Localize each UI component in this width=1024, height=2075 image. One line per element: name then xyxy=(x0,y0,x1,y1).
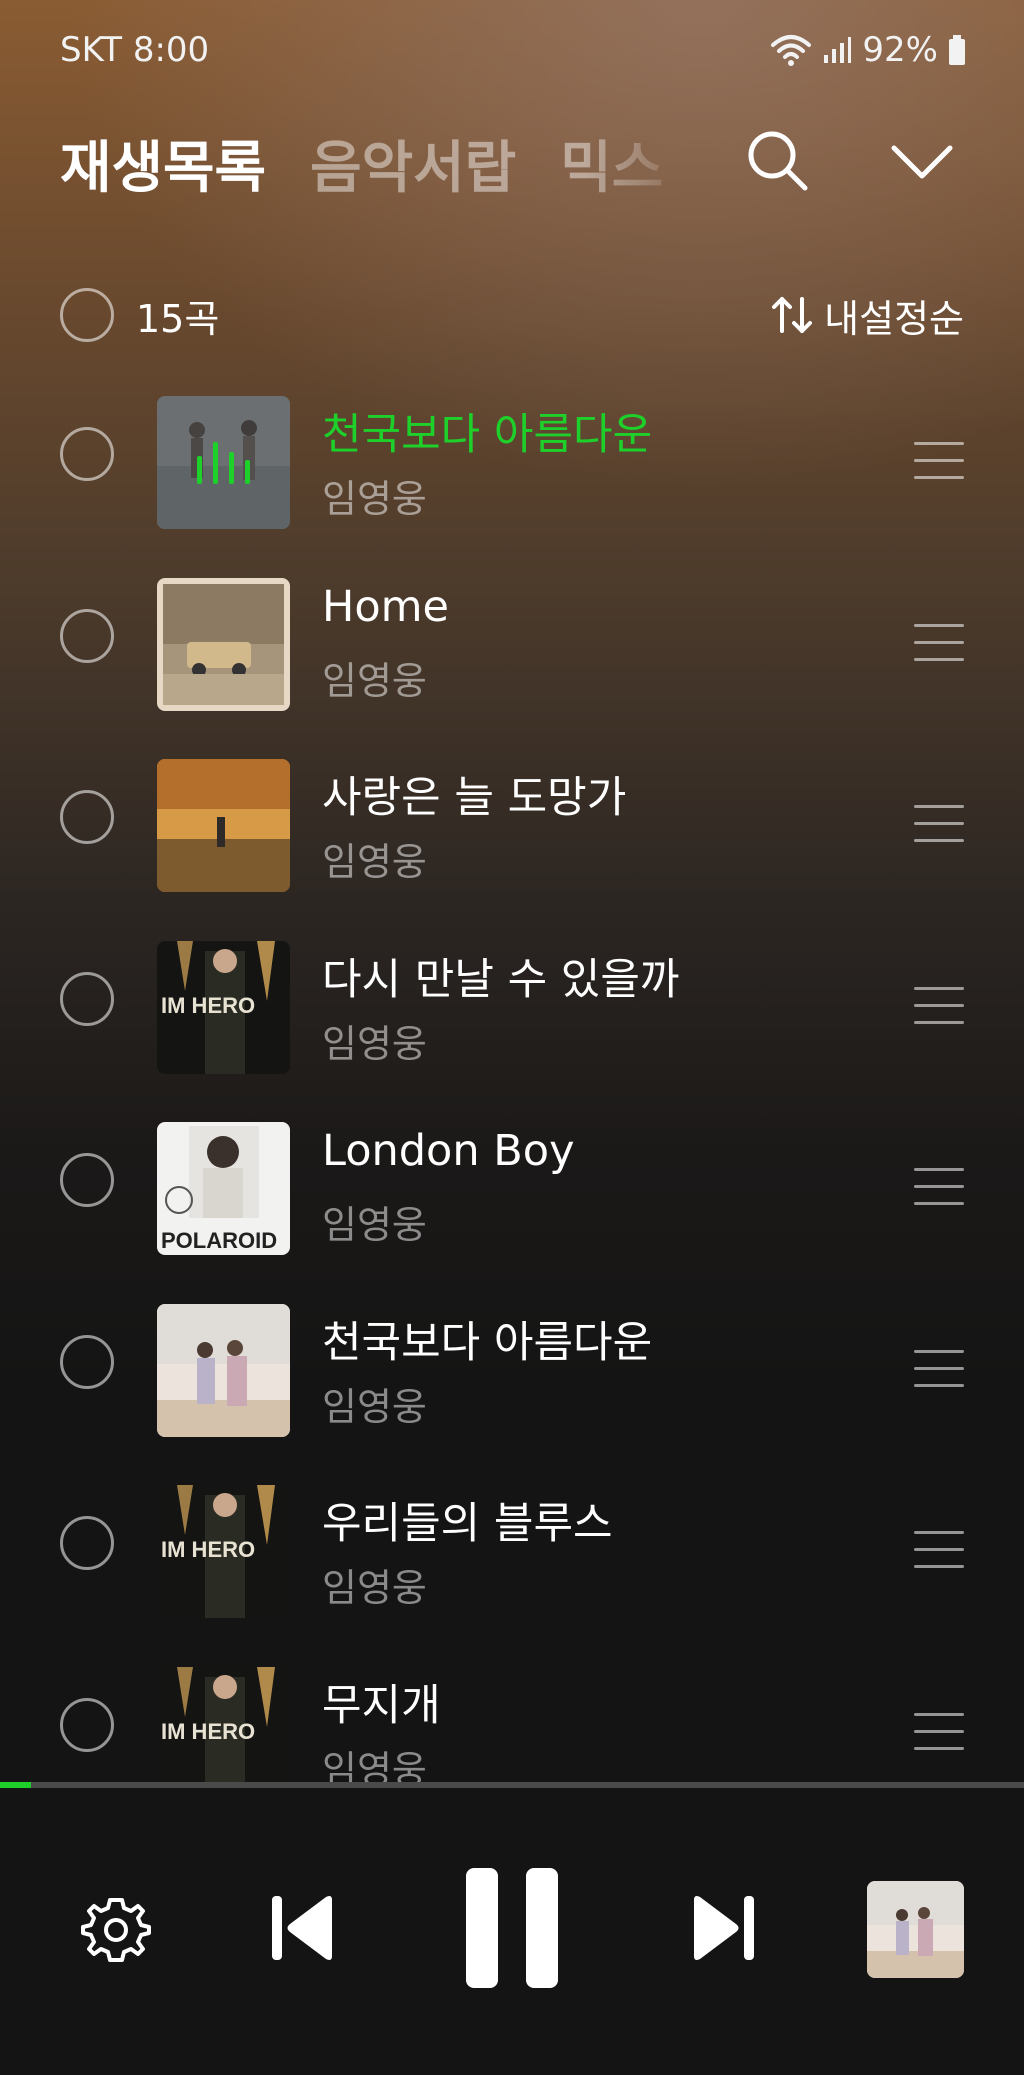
battery-percent: 92% xyxy=(862,30,938,70)
drag-handle-icon[interactable] xyxy=(914,986,964,1025)
signal-icon xyxy=(822,35,852,65)
track-row[interactable]: IM HERO 무지개 임영웅 xyxy=(0,1661,1024,1786)
track-checkbox[interactable] xyxy=(60,427,114,481)
album-art-text: IM HERO xyxy=(161,1719,255,1744)
track-checkbox[interactable] xyxy=(60,1334,114,1389)
list-header: 15곡 내설정순 xyxy=(60,285,964,345)
sort-button[interactable]: 내설정순 xyxy=(770,288,964,343)
now-playing-art[interactable] xyxy=(867,1881,964,1978)
track-checkbox[interactable] xyxy=(60,1153,114,1207)
track-checkbox[interactable] xyxy=(60,971,114,1026)
tab-mix[interactable]: 믹스 xyxy=(560,123,663,204)
album-art-text: IM HERO xyxy=(161,1537,255,1562)
track-row[interactable]: 사랑은 늘 도망가 임영웅 xyxy=(0,753,1024,935)
track-row[interactable]: IM HERO 다시 만날 수 있을까 임영웅 xyxy=(0,935,1024,1117)
drag-handle-icon[interactable] xyxy=(914,442,964,480)
status-right: 92% xyxy=(770,30,966,70)
settings-button[interactable] xyxy=(80,1894,152,1970)
track-artist: 임영웅 xyxy=(322,477,427,521)
track-title: 사랑은 늘 도망가 xyxy=(322,773,627,823)
album-art xyxy=(157,396,290,529)
battery-icon xyxy=(948,35,966,65)
track-artist: 임영웅 xyxy=(322,1021,427,1066)
track-row[interactable]: 천국보다 아름다운 임영웅 xyxy=(0,390,1024,572)
track-row[interactable]: IM HERO 우리들의 블루스 임영웅 xyxy=(0,1479,1024,1661)
track-artist: 임영웅 xyxy=(322,1384,427,1429)
tab-music-drawer[interactable]: 음악서랍 xyxy=(310,123,516,204)
album-art xyxy=(157,1303,290,1437)
album-art xyxy=(157,577,290,711)
search-button[interactable] xyxy=(745,128,811,194)
album-art: IM HERO xyxy=(157,940,290,1074)
track-row[interactable]: Home 임영웅 xyxy=(0,572,1024,754)
chevron-down-icon xyxy=(891,145,953,179)
track-checkbox[interactable] xyxy=(60,1697,114,1752)
pause-icon xyxy=(466,1868,558,1988)
search-icon xyxy=(748,131,808,191)
album-art xyxy=(157,759,290,892)
next-icon xyxy=(694,1896,754,1960)
album-art: IM HERO xyxy=(157,1666,290,1785)
sort-label: 내설정순 xyxy=(824,296,964,341)
track-count: 15곡 xyxy=(136,296,220,341)
track-title: 천국보다 아름다운 xyxy=(322,410,653,460)
select-all-checkbox[interactable] xyxy=(60,288,114,342)
track-list: 천국보다 아름다운 임영웅 Home 임영웅 사랑은 늘 도망가 임영웅 IM … xyxy=(0,390,1024,1785)
tab-bar: 재생목록 음악서랍 믹스 xyxy=(60,118,700,208)
player-bar xyxy=(0,1788,1024,2075)
track-checkbox[interactable] xyxy=(60,1516,114,1570)
track-title: London Boy xyxy=(322,1126,575,1176)
pause-button[interactable] xyxy=(464,1866,560,1994)
track-title: 다시 만날 수 있을까 xyxy=(322,954,680,1005)
tab-playlist[interactable]: 재생목록 xyxy=(60,123,266,204)
track-checkbox[interactable] xyxy=(60,608,114,663)
drag-handle-icon[interactable] xyxy=(914,1531,964,1569)
next-button[interactable] xyxy=(690,1892,756,1968)
track-title: Home xyxy=(322,581,449,632)
previous-icon xyxy=(272,1896,332,1960)
track-artist: 임영웅 xyxy=(322,658,427,703)
drag-handle-icon[interactable] xyxy=(914,805,964,843)
track-title: 우리들의 블루스 xyxy=(322,1499,613,1549)
album-art: POLAROID xyxy=(157,1122,290,1255)
track-artist: 임영웅 xyxy=(322,1747,427,1786)
equalizer-icon xyxy=(197,442,250,484)
select-all[interactable]: 15곡 xyxy=(60,288,219,343)
drag-handle-icon[interactable] xyxy=(914,1349,964,1388)
album-art: IM HERO xyxy=(157,1485,290,1618)
previous-button[interactable] xyxy=(270,1892,336,1968)
track-row[interactable]: POLAROID London Boy 임영웅 xyxy=(0,1116,1024,1298)
status-bar: SKT 8:00 92% xyxy=(0,0,1024,100)
track-title: 천국보다 아름다운 xyxy=(322,1317,653,1368)
collapse-button[interactable] xyxy=(890,140,954,184)
settings-icon xyxy=(81,1898,151,1962)
drag-handle-icon[interactable] xyxy=(914,1168,964,1206)
status-left: SKT 8:00 xyxy=(60,30,209,70)
track-artist: 임영웅 xyxy=(322,1203,427,1247)
track-artist: 임영웅 xyxy=(322,840,427,884)
drag-handle-icon[interactable] xyxy=(914,623,964,662)
track-title: 무지개 xyxy=(322,1680,441,1731)
sort-icon xyxy=(772,297,813,333)
album-art-text: POLAROID xyxy=(161,1228,277,1253)
track-checkbox[interactable] xyxy=(60,790,114,844)
track-artist: 임영웅 xyxy=(322,1566,427,1610)
track-row[interactable]: 천국보다 아름다운 임영웅 xyxy=(0,1298,1024,1480)
carrier: SKT xyxy=(60,30,123,70)
wifi-icon xyxy=(770,33,812,67)
drag-handle-icon[interactable] xyxy=(914,1712,964,1751)
album-art-text: IM HERO xyxy=(161,993,255,1018)
clock: 8:00 xyxy=(132,30,210,70)
